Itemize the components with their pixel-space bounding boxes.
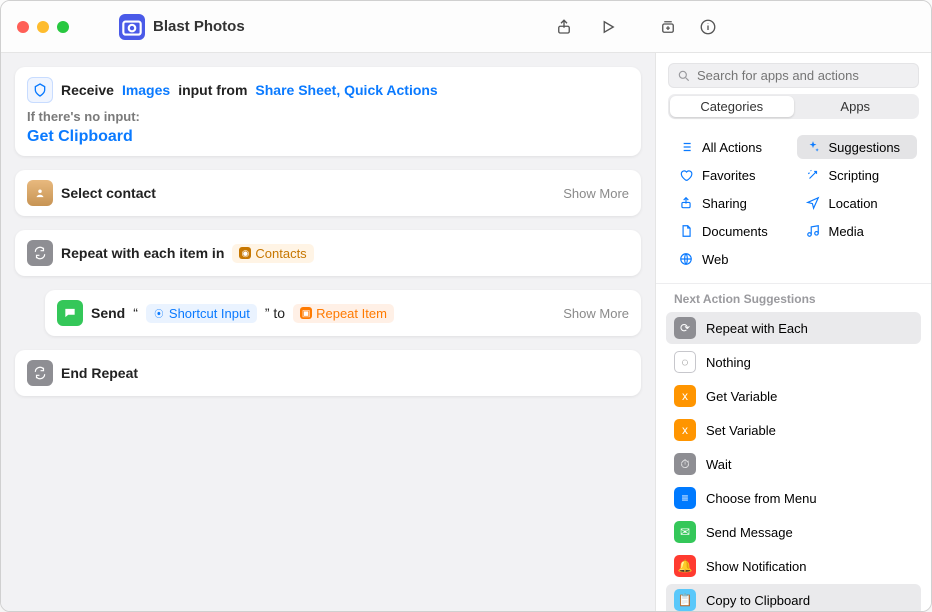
suggestions-header: Next Action Suggestions bbox=[656, 283, 931, 312]
select-contact-action[interactable]: Select contact Show More bbox=[15, 170, 641, 216]
zoom-button[interactable] bbox=[57, 21, 69, 33]
suggestion-repeat-with-each[interactable]: ⟳Repeat with Each bbox=[666, 312, 921, 344]
receive-mid: input from bbox=[178, 82, 247, 98]
shortcut-input-chip[interactable]: ⦿ Shortcut Input bbox=[146, 304, 257, 323]
fallback-label: If there's no input: bbox=[27, 109, 629, 124]
category-media[interactable]: Media bbox=[797, 219, 918, 243]
suggestion-icon: 🔔 bbox=[674, 555, 696, 577]
end-repeat-action[interactable]: End Repeat bbox=[15, 350, 641, 396]
heart-icon bbox=[678, 167, 694, 183]
doc-icon bbox=[678, 223, 694, 239]
repeat-title: Repeat with each item in bbox=[61, 245, 224, 261]
tab-categories[interactable]: Categories bbox=[670, 96, 794, 117]
suggestion-icon: ≡ bbox=[674, 487, 696, 509]
search-icon bbox=[677, 69, 691, 83]
suggestion-icon: x bbox=[674, 385, 696, 407]
location-icon bbox=[805, 195, 821, 211]
search-input[interactable] bbox=[697, 68, 910, 83]
library-button[interactable] bbox=[655, 14, 681, 40]
sparkle-icon bbox=[805, 139, 821, 155]
suggestion-icon: ⏱ bbox=[674, 453, 696, 475]
suggestion-choose-from-menu[interactable]: ≡Choose from Menu bbox=[666, 482, 921, 514]
open-quote: “ bbox=[133, 305, 138, 321]
category-scripting[interactable]: Scripting bbox=[797, 163, 918, 187]
contacts-icon bbox=[27, 180, 53, 206]
share-button[interactable] bbox=[551, 14, 577, 40]
category-documents[interactable]: Documents bbox=[670, 219, 791, 243]
category-sharing[interactable]: Sharing bbox=[670, 191, 791, 215]
receive-type-token[interactable]: Images bbox=[122, 82, 170, 98]
suggestion-get-variable[interactable]: xGet Variable bbox=[666, 380, 921, 412]
list-icon bbox=[678, 139, 694, 155]
repeat-action[interactable]: Repeat with each item in ◉ Contacts bbox=[15, 230, 641, 276]
run-button[interactable] bbox=[595, 14, 621, 40]
send-message-action[interactable]: Send “ ⦿ Shortcut Input ” to ▣ Repeat It… bbox=[45, 290, 641, 336]
suggestion-wait[interactable]: ⏱Wait bbox=[666, 448, 921, 480]
suggestion-icon: ⟳ bbox=[674, 317, 696, 339]
info-button[interactable] bbox=[695, 14, 721, 40]
fallback-action-token[interactable]: Get Clipboard bbox=[27, 128, 133, 145]
suggestion-send-message[interactable]: ✉Send Message bbox=[666, 516, 921, 548]
suggestions-list: ⟳Repeat with Each◌NothingxGet VariablexS… bbox=[656, 312, 931, 611]
suggestion-icon: 📋 bbox=[674, 589, 696, 611]
search-field[interactable] bbox=[668, 63, 919, 88]
messages-icon bbox=[57, 300, 83, 326]
music-icon bbox=[805, 223, 821, 239]
receive-source-token[interactable]: Share Sheet, Quick Actions bbox=[255, 82, 437, 98]
suggestion-nothing[interactable]: ◌Nothing bbox=[666, 346, 921, 378]
tab-apps[interactable]: Apps bbox=[794, 96, 918, 117]
category-suggestions[interactable]: Suggestions bbox=[797, 135, 918, 159]
actions-sidebar: Categories Apps All ActionsSuggestionsFa… bbox=[655, 53, 931, 611]
receive-input-action[interactable]: Receive Images input from Share Sheet, Q… bbox=[15, 67, 641, 156]
send-title: Send bbox=[91, 305, 125, 321]
minimize-button[interactable] bbox=[37, 21, 49, 33]
show-more-button[interactable]: Show More bbox=[563, 186, 629, 201]
page-title: Blast Photos bbox=[153, 18, 245, 35]
close-quote-to: ” to bbox=[265, 305, 285, 321]
suggestion-icon: ✉ bbox=[674, 521, 696, 543]
repeat-end-icon bbox=[27, 360, 53, 386]
categories-grid: All ActionsSuggestionsFavoritesScripting… bbox=[656, 129, 931, 283]
repeat-item-chip[interactable]: ▣ Repeat Item bbox=[293, 304, 394, 323]
shortcuts-editor-window: Blast Photos bbox=[0, 0, 932, 612]
share-icon bbox=[678, 195, 694, 211]
select-contact-title: Select contact bbox=[61, 185, 156, 201]
end-repeat-title: End Repeat bbox=[61, 365, 138, 381]
suggestion-copy-to-clipboard[interactable]: 📋Copy to Clipboard bbox=[666, 584, 921, 611]
sidebar-tabs: Categories Apps bbox=[668, 94, 919, 119]
titlebar-actions bbox=[551, 14, 915, 40]
window-controls bbox=[17, 21, 69, 33]
contacts-variable-chip[interactable]: ◉ Contacts bbox=[232, 244, 313, 263]
category-location[interactable]: Location bbox=[797, 191, 918, 215]
category-favorites[interactable]: Favorites bbox=[670, 163, 791, 187]
category-all-actions[interactable]: All Actions bbox=[670, 135, 791, 159]
receive-label: Receive bbox=[61, 82, 114, 98]
suggestion-icon: ◌ bbox=[674, 351, 696, 373]
suggestion-set-variable[interactable]: xSet Variable bbox=[666, 414, 921, 446]
titlebar: Blast Photos bbox=[1, 1, 931, 53]
suggestion-show-notification[interactable]: 🔔Show Notification bbox=[666, 550, 921, 582]
receive-icon bbox=[27, 77, 53, 103]
wand-icon bbox=[805, 167, 821, 183]
category-web[interactable]: Web bbox=[670, 247, 791, 271]
show-more-button[interactable]: Show More bbox=[563, 306, 629, 321]
suggestion-icon: x bbox=[674, 419, 696, 441]
close-button[interactable] bbox=[17, 21, 29, 33]
globe-icon bbox=[678, 251, 694, 267]
workflow-editor: Receive Images input from Share Sheet, Q… bbox=[1, 53, 655, 611]
shortcut-icon bbox=[119, 14, 145, 40]
repeat-icon bbox=[27, 240, 53, 266]
